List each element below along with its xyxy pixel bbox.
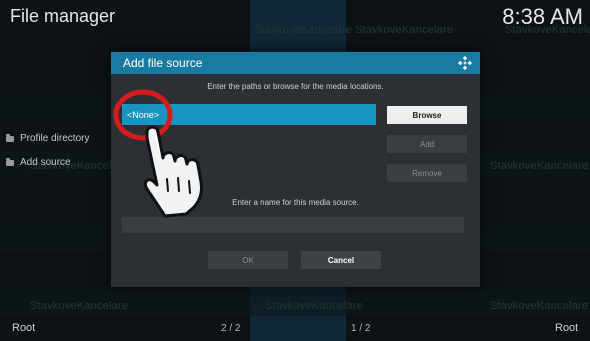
sidebar-item-label: Profile directory [20,133,90,144]
folder-icon [6,133,14,142]
page-title: File manager [10,6,116,26]
add-button[interactable]: Add [387,135,467,153]
background-watermark: StavkoveKancelare [490,160,589,172]
ok-button[interactable]: OK [208,251,288,269]
background-watermark: StavkoveKancelare [254,24,353,36]
background-watermark: StavkoveKancelare [30,300,129,312]
folder-icon [6,157,14,166]
cancel-button[interactable]: Cancel [301,251,381,269]
background-watermark: StavkoveKancelare [490,300,589,312]
background-watermark: StavkoveKancelare [265,300,364,312]
kodi-logo-icon [458,56,472,70]
footer-root-left: Root [12,322,36,334]
sidebar-item-add-source[interactable]: Add source [6,157,71,168]
remove-button[interactable]: Remove [387,164,467,182]
footer-page-indicator-right: 1 / 2 [351,323,371,334]
pointing-hand-cursor-icon [113,89,203,218]
footer-root-right: Root [555,322,579,334]
background-watermark: StavkoveKancelare [355,24,454,36]
footer-page-indicator-left: 2 / 2 [221,323,241,334]
browse-button[interactable]: Browse [387,106,467,124]
clock: 8:38 AM [502,4,583,29]
dialog-title: Add file source [123,56,203,70]
dialog-header: Add file source [111,52,480,74]
highlight-ring [113,89,173,141]
sidebar-item-profile-directory[interactable]: Profile directory [6,133,89,144]
sidebar-item-label: Add source [20,157,71,168]
